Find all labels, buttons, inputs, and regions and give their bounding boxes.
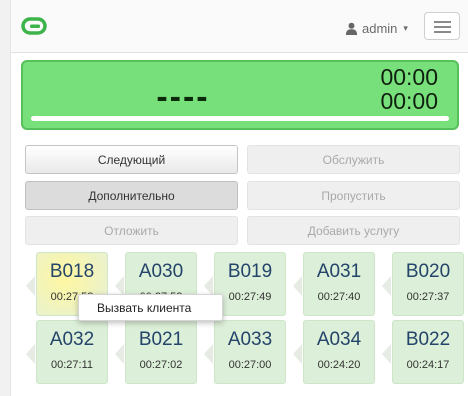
hamburger-menu-button[interactable] bbox=[424, 12, 460, 40]
ticket-time: 00:27:40 bbox=[317, 291, 361, 303]
arrow-left-icon bbox=[382, 344, 391, 364]
ticket-code: A033 bbox=[227, 329, 273, 350]
navbar: admin ▾ bbox=[11, 0, 468, 53]
ticket-code: B022 bbox=[405, 329, 451, 350]
ticket-time: 00:27:00 bbox=[228, 359, 272, 371]
ticket-code: B019 bbox=[227, 261, 273, 282]
ticket-time: 00:27:37 bbox=[406, 291, 450, 303]
arrow-left-icon bbox=[204, 276, 213, 296]
arrow-left-icon bbox=[382, 276, 391, 296]
progress-fill bbox=[31, 116, 449, 121]
ticket-code: A030 bbox=[138, 261, 184, 282]
ticket-time: 00:27:11 bbox=[50, 359, 93, 371]
service-timer: 00:00 bbox=[380, 64, 438, 90]
wait-timer: 00:00 bbox=[380, 88, 438, 114]
arrow-left-icon bbox=[115, 344, 124, 364]
queue-ticket[interactable]: A033 00:27:00 bbox=[214, 320, 286, 384]
user-menu[interactable]: admin ▾ bbox=[345, 19, 408, 37]
ticket-code: A032 bbox=[49, 329, 95, 350]
chevron-down-icon: ▾ bbox=[403, 22, 408, 33]
ticket-code: B020 bbox=[405, 261, 451, 282]
arrow-left-icon bbox=[204, 344, 213, 364]
hamburger-icon bbox=[434, 26, 451, 28]
ticket-code: B021 bbox=[138, 329, 184, 350]
queue-ticket[interactable]: A034 00:24:20 bbox=[303, 320, 375, 384]
ticket-code: A031 bbox=[316, 261, 362, 282]
skip-button[interactable]: Пропустить bbox=[247, 181, 460, 210]
queue-ticket[interactable]: B022 00:24:17 bbox=[392, 320, 464, 384]
next-button[interactable]: Следующий bbox=[25, 145, 238, 174]
ticket-time: 00:24:17 bbox=[406, 359, 450, 371]
queue-ticket[interactable]: B021 00:27:02 bbox=[125, 320, 197, 384]
ticket-display-panel: ---- 00:00 00:00 bbox=[21, 60, 459, 130]
progress-bar bbox=[31, 116, 449, 121]
current-ticket: ---- bbox=[156, 78, 210, 116]
arrow-left-icon bbox=[26, 276, 35, 296]
arrow-left-icon bbox=[26, 344, 35, 364]
arrow-left-icon bbox=[115, 276, 124, 296]
ticket-code: B018 bbox=[49, 261, 95, 282]
arrow-left-icon bbox=[293, 344, 302, 364]
postpone-button[interactable]: Отложить bbox=[25, 216, 238, 245]
page: admin ▾ ---- 00:00 00:00 Следующий Обслу… bbox=[10, 0, 468, 396]
username: admin bbox=[362, 20, 398, 36]
queue-ticket[interactable]: B019 00:27:49 bbox=[214, 252, 286, 316]
ticket-time: 00:24:20 bbox=[317, 359, 361, 371]
call-client-menu-item[interactable]: Вызвать клиента bbox=[97, 301, 191, 315]
additional-button[interactable]: Дополнительно bbox=[25, 181, 238, 210]
add-service-button[interactable]: Добавить услугу bbox=[247, 216, 460, 245]
ticket-code: A034 bbox=[316, 329, 362, 350]
hamburger-icon bbox=[434, 21, 451, 23]
queue-ticket[interactable]: A031 00:27:40 bbox=[303, 252, 375, 316]
hamburger-icon bbox=[434, 31, 451, 33]
ticket-time: 00:27:49 bbox=[228, 291, 272, 303]
arrow-left-icon bbox=[293, 276, 302, 296]
queue-ticket[interactable]: B020 00:27:37 bbox=[392, 252, 464, 316]
ticket-time: 00:27:02 bbox=[139, 359, 183, 371]
ticket-context-menu: Вызвать клиента bbox=[78, 294, 223, 321]
serve-button[interactable]: Обслужить bbox=[247, 145, 460, 174]
queue-ticket[interactable]: A032 00:27:11 bbox=[36, 320, 108, 384]
user-icon bbox=[345, 22, 358, 35]
link-loop-icon[interactable] bbox=[21, 17, 47, 35]
